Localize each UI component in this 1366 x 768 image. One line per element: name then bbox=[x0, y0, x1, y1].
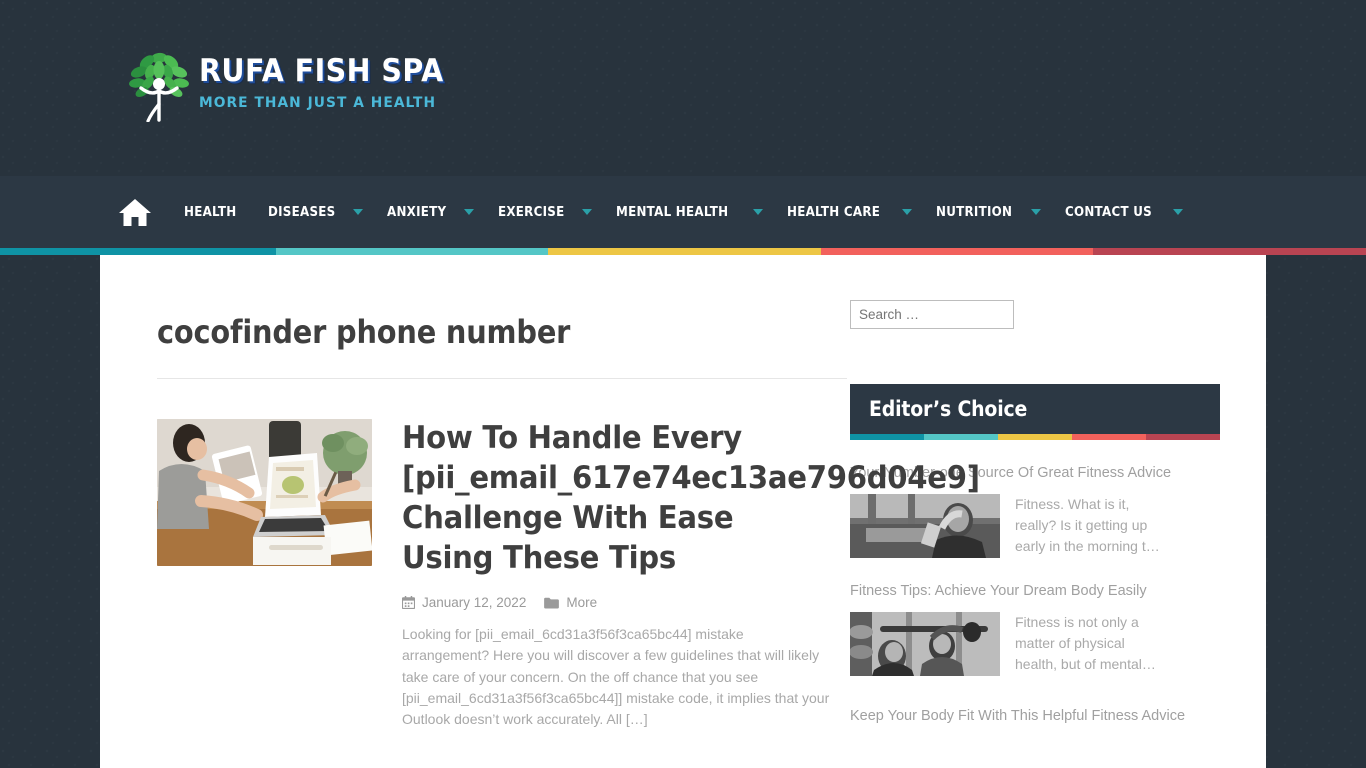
editors-choice-item-body: Fitness is not only a matter of physical… bbox=[850, 611, 1220, 676]
nav-item-label: EXERCISE bbox=[497, 204, 565, 220]
site-header: RUFA FISH SPA MORE THAN JUST A HEALTH bbox=[0, 0, 1366, 176]
post-category[interactable]: More bbox=[544, 595, 597, 610]
nav-item-mental-health[interactable]: MENTAL HEALTH bbox=[616, 204, 763, 220]
nav-item-exercise[interactable]: EXERCISE bbox=[498, 204, 593, 220]
nav-item-label: NUTRITION bbox=[935, 204, 1013, 220]
nav-item-health[interactable]: HEALTH bbox=[184, 204, 244, 220]
nav-item-label: DISEASES bbox=[267, 204, 336, 220]
post-category-label[interactable]: More bbox=[566, 595, 597, 610]
nav-item-nutrition[interactable]: NUTRITION bbox=[936, 204, 1042, 220]
editors-choice-item-excerpt: Fitness. What is it, really? Is it getti… bbox=[1015, 495, 1160, 554]
color-stripe-bar bbox=[0, 248, 1366, 255]
main-navigation[interactable]: HEALTH DISEASES ANXIETY EXERCISE MENTAL HEAL… bbox=[0, 176, 1366, 248]
nav-item-label: CONTACT US bbox=[1065, 204, 1153, 220]
chevron-down-icon[interactable] bbox=[752, 209, 763, 215]
widget-title: Editor’s Choice bbox=[869, 397, 1028, 421]
logo-text-block: RUFA FISH SPA MORE THAN JUST A HEALTH bbox=[199, 44, 465, 111]
widget-header: Editor’s Choice bbox=[850, 384, 1220, 434]
post-title[interactable]: How To Handle Every [pii_email_617e74ec1… bbox=[402, 419, 980, 579]
logo-tagline: MORE THAN JUST A HEALTH bbox=[199, 95, 437, 111]
post-meta: January 12, 2022 More bbox=[402, 595, 830, 610]
chevron-down-icon[interactable] bbox=[582, 209, 593, 215]
widget-stripe-segment bbox=[850, 434, 924, 440]
logo-title: RUFA FISH SPA bbox=[199, 53, 444, 89]
nav-item-health-care[interactable]: HEALTH CARE bbox=[787, 204, 912, 220]
home-icon[interactable] bbox=[118, 197, 152, 227]
site-logo[interactable]: RUFA FISH SPA MORE THAN JUST A HEALTH bbox=[129, 44, 465, 123]
nav-item-diseases[interactable]: DISEASES bbox=[268, 204, 364, 220]
chevron-down-icon[interactable] bbox=[1173, 209, 1184, 215]
post-date-label: January 12, 2022 bbox=[422, 595, 527, 611]
widget-stripe-segment bbox=[1072, 434, 1146, 440]
stripe-segment bbox=[0, 248, 276, 255]
widget-color-stripe bbox=[850, 434, 1220, 440]
page-container: cocofinder phone number How To Handle Ev… bbox=[100, 255, 1266, 768]
widget-stripe-segment bbox=[1146, 434, 1220, 440]
nav-item-label: HEALTH bbox=[184, 204, 237, 220]
editors-choice-item: Keep Your Body Fit With This Helpful Fit… bbox=[850, 707, 1220, 726]
calendar-icon bbox=[402, 596, 415, 610]
widget-stripe-segment bbox=[924, 434, 998, 440]
post-date: January 12, 2022 bbox=[402, 595, 526, 610]
page-title: cocofinder phone number bbox=[157, 313, 571, 351]
editors-choice-item-title[interactable]: Keep Your Body Fit With This Helpful Fit… bbox=[850, 708, 1185, 724]
sidebar: Editor’s Choice Your Number-one Source O… bbox=[842, 255, 1266, 768]
search-input[interactable] bbox=[850, 300, 1014, 329]
nav-item-label: MENTAL HEALTH bbox=[616, 204, 729, 220]
editors-choice-item-title[interactable]: Fitness Tips: Achieve Your Dream Body Ea… bbox=[850, 583, 1147, 599]
nav-item-anxiety[interactable]: ANXIETY bbox=[387, 204, 474, 220]
post-body: How To Handle Every [pii_email_617e74ec1… bbox=[402, 419, 980, 730]
nav-item-contact-us[interactable]: CONTACT US bbox=[1065, 204, 1184, 220]
chevron-down-icon[interactable] bbox=[463, 209, 474, 215]
editors-choice-item-thumbnail[interactable] bbox=[850, 493, 1000, 558]
tree-person-logo-icon bbox=[129, 44, 189, 123]
chevron-down-icon[interactable] bbox=[1031, 209, 1042, 215]
editors-choice-item-thumbnail[interactable] bbox=[850, 611, 1000, 676]
main-content: cocofinder phone number How To Handle Ev… bbox=[100, 255, 980, 768]
post-featured-image[interactable] bbox=[157, 419, 372, 567]
stripe-segment bbox=[275, 248, 548, 255]
post-item: How To Handle Every [pii_email_617e74ec1… bbox=[157, 419, 980, 730]
post-excerpt: Looking for [pii_email_6cd31a3f56f3ca65b… bbox=[402, 626, 830, 728]
editors-choice-list: Your Number-one Source Of Great Fitness … bbox=[850, 464, 1220, 726]
chevron-down-icon[interactable] bbox=[901, 209, 912, 215]
nav-item-label: HEALTH CARE bbox=[786, 204, 881, 220]
widget-stripe-segment bbox=[998, 434, 1072, 440]
nav-item-label: ANXIETY bbox=[387, 204, 447, 220]
stripe-segment bbox=[820, 248, 1093, 255]
folder-icon bbox=[544, 597, 560, 609]
stripe-segment bbox=[1092, 248, 1366, 255]
stripe-segment bbox=[547, 248, 821, 255]
editors-choice-item-excerpt: Fitness is not only a matter of physical… bbox=[1015, 613, 1156, 672]
editors-choice-widget: Editor’s Choice Your Number-one Source O… bbox=[850, 384, 1220, 726]
chevron-down-icon[interactable] bbox=[353, 209, 364, 215]
editors-choice-item: Fitness Tips: Achieve Your Dream Body Ea… bbox=[850, 582, 1220, 676]
editors-choice-item-body: Fitness. What is it, really? Is it getti… bbox=[850, 493, 1220, 558]
title-divider bbox=[157, 378, 847, 380]
